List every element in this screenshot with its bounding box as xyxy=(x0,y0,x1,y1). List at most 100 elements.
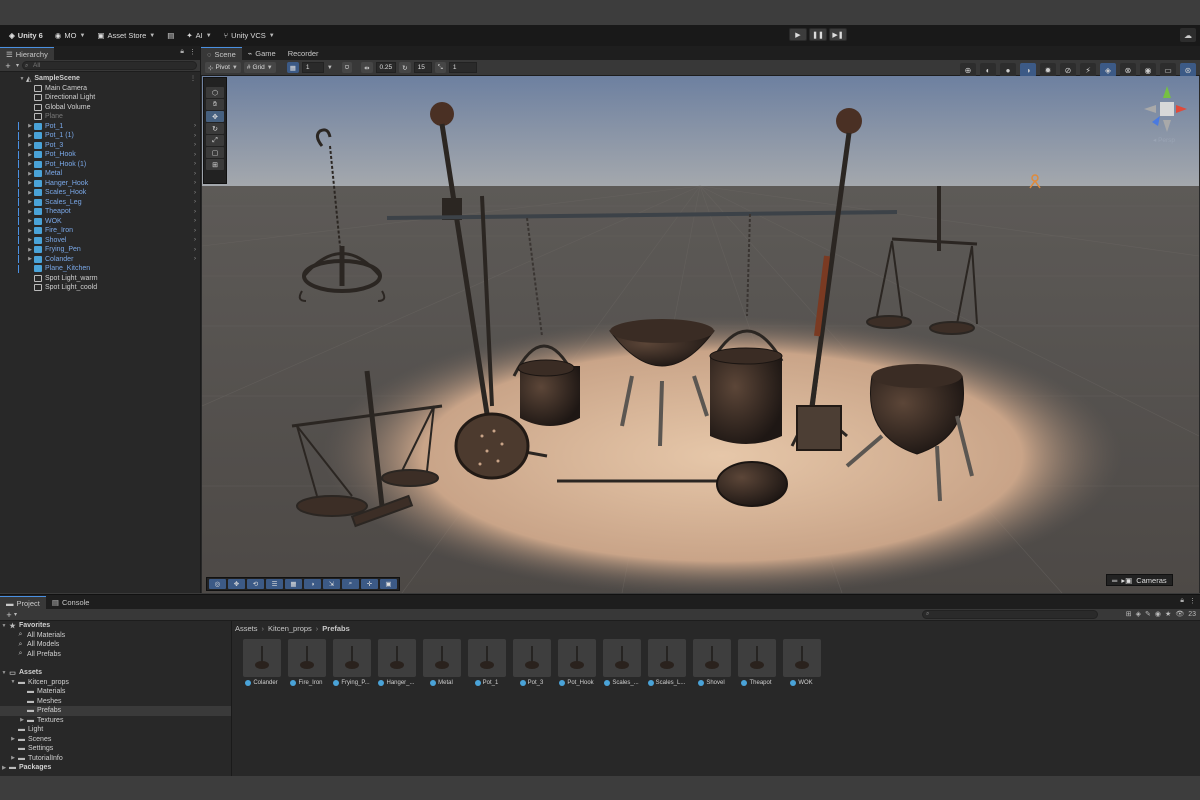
hierarchy-item[interactable]: ▶ Colander › xyxy=(0,255,200,265)
ai-dropdown[interactable]: ✦ AI ▼ xyxy=(183,28,214,44)
vcs-dropdown[interactable]: ⑂ Unity VCS ▼ xyxy=(221,28,278,44)
favorite-item[interactable]: ⌕ All Prefabs xyxy=(0,650,231,660)
chevron-right-icon[interactable]: › xyxy=(194,247,196,253)
asset-tile[interactable]: Pot_1 xyxy=(464,639,509,686)
gizmos-dropdown[interactable]: ⊛ xyxy=(1180,63,1196,77)
tab-console[interactable]: ▤ Console xyxy=(46,596,96,609)
view-tool-dropdown[interactable]: ⬡ xyxy=(206,87,224,98)
asset-tile[interactable]: Pot_3 xyxy=(509,639,554,686)
hierarchy-search-input[interactable]: ⌕ All xyxy=(22,61,197,70)
expand-arrow-icon[interactable]: ▶ xyxy=(0,765,8,771)
scene-visibility-button[interactable]: ◈ xyxy=(1100,63,1116,77)
filter-icon[interactable]: ✎ xyxy=(1145,610,1151,618)
transform-tool-button[interactable]: ⊞ xyxy=(206,159,224,170)
expand-arrow-icon[interactable]: ▼ xyxy=(18,76,26,82)
nav-move-button[interactable]: ✥ xyxy=(228,579,245,589)
chevron-right-icon[interactable]: › xyxy=(194,161,196,167)
nav-zoom-button[interactable]: ⌕ xyxy=(342,579,359,589)
scale-snap-button[interactable]: ⤡ xyxy=(434,62,446,73)
expand-arrow-icon[interactable]: ▶ xyxy=(26,209,34,215)
asset-tile[interactable]: Fire_Iron xyxy=(284,639,329,686)
expand-arrow-icon[interactable]: ▶ xyxy=(26,199,34,205)
hierarchy-item[interactable]: ▶ Shovel › xyxy=(0,236,200,246)
view-options-button[interactable]: ◉ xyxy=(1140,63,1156,77)
expand-arrow-icon[interactable]: ▼ xyxy=(9,679,17,685)
step-button[interactable]: ▶❚ xyxy=(829,28,847,41)
chevron-right-icon[interactable]: › xyxy=(194,199,196,205)
user-dropdown[interactable]: ◉ MO ▼ xyxy=(52,28,89,44)
hierarchy-item[interactable]: ▶ Theapot › xyxy=(0,207,200,217)
hierarchy-item[interactable]: Directional Light xyxy=(0,93,200,103)
asset-tile[interactable]: Frying_P... xyxy=(329,639,374,686)
chevron-down-icon[interactable]: ▾ xyxy=(14,611,17,618)
folder-item[interactable]: ▶ ▬ TutorialInfo xyxy=(0,754,231,764)
asset-tile[interactable]: Colander xyxy=(239,639,284,686)
hand-tool-button[interactable]: ✋︎ xyxy=(206,99,224,110)
gizmo-button[interactable]: ⊕ xyxy=(960,63,976,77)
project-search-input[interactable]: ⌕ xyxy=(922,610,1098,619)
expand-arrow-icon[interactable]: ▶ xyxy=(9,736,17,742)
cameras-button[interactable]: ═ ▸▣ Cameras xyxy=(1106,574,1173,586)
shading-solid-button[interactable]: ● xyxy=(1000,63,1016,77)
pause-button[interactable]: ❚❚ xyxy=(809,28,827,41)
nav-rotate-button[interactable]: ⟲ xyxy=(247,579,264,589)
cloud-button[interactable]: ☁ xyxy=(1180,28,1196,42)
expand-arrow-icon[interactable]: ▶ xyxy=(26,171,34,177)
grid-dropdown[interactable]: # Grid ▼ xyxy=(243,62,276,73)
rect-tool-button[interactable]: ▢ xyxy=(206,147,224,158)
more-options-icon[interactable]: ⋮ xyxy=(189,48,196,56)
hierarchy-item[interactable]: ▶ WOK › xyxy=(0,217,200,227)
hierarchy-item[interactable]: ▶ Hanger_Hook › xyxy=(0,179,200,189)
hierarchy-item[interactable]: Main Camera xyxy=(0,84,200,94)
fx-button[interactable]: ⚡︎ xyxy=(1080,63,1096,77)
move-tool-button[interactable]: ✥ xyxy=(206,111,224,122)
hierarchy-item[interactable]: ▶ Pot_Hook › xyxy=(0,150,200,160)
asset-store-dropdown[interactable]: ▣ Asset Store ▼ xyxy=(94,28,158,44)
expand-arrow-icon[interactable]: ▶ xyxy=(26,142,34,148)
add-object-button[interactable]: + xyxy=(3,61,13,71)
asset-tile[interactable]: Metal xyxy=(419,639,464,686)
asset-tile[interactable]: Hanger_... xyxy=(374,639,419,686)
favorite-item[interactable]: ⌕ All Materials xyxy=(0,631,231,641)
move-snap-button[interactable]: ⇹ xyxy=(361,62,373,73)
shading-wire-button[interactable]: ◐ xyxy=(980,63,996,77)
expand-arrow-icon[interactable]: ▶ xyxy=(18,717,26,723)
breadcrumb-item[interactable]: Assets xyxy=(235,624,258,633)
hierarchy-item[interactable]: Plane_Kitchen xyxy=(0,264,200,274)
expand-arrow-icon[interactable]: ▶ xyxy=(9,755,17,761)
audio-button[interactable]: ⊘ xyxy=(1060,63,1076,77)
hierarchy-item[interactable]: ▶ Pot_1 › xyxy=(0,122,200,132)
expand-arrow-icon[interactable]: ▼ xyxy=(0,623,8,629)
package-button[interactable]: ▤ xyxy=(164,28,177,44)
chevron-right-icon[interactable]: › xyxy=(194,123,196,129)
rotate-tool-button[interactable]: ↻ xyxy=(206,123,224,134)
star-icon[interactable]: ★ xyxy=(1165,610,1171,618)
expand-arrow-icon[interactable]: ▶ xyxy=(26,237,34,243)
grid-toggle-button[interactable]: ▦ xyxy=(286,62,299,73)
scene-viewport[interactable] xyxy=(202,76,1199,593)
nav-list-button[interactable]: ☰ xyxy=(266,579,283,589)
tab-game[interactable]: ⌁ Game xyxy=(242,47,282,60)
chevron-right-icon[interactable]: › xyxy=(194,256,196,262)
expand-arrow-icon[interactable]: ▶ xyxy=(26,123,34,129)
lock-icon[interactable]: 🔒︎ xyxy=(1180,597,1184,605)
chevron-right-icon[interactable]: › xyxy=(194,209,196,215)
rotate-snap-field[interactable]: 15 xyxy=(413,62,432,73)
scene-row[interactable]: ▼ ◭ SampleScene ⋮ xyxy=(0,74,200,84)
chevron-down-icon[interactable]: ▼ xyxy=(327,65,333,71)
chevron-right-icon[interactable]: › xyxy=(194,190,196,196)
chevron-right-icon[interactable]: › xyxy=(194,142,196,148)
expand-arrow-icon[interactable]: ▶ xyxy=(26,247,34,253)
asset-tile[interactable]: WOK xyxy=(779,639,824,686)
folder-item[interactable]: ▬ Meshes xyxy=(0,697,231,707)
account-button[interactable]: ◈ Unity 6 xyxy=(6,28,46,44)
chevron-right-icon[interactable]: › xyxy=(194,133,196,139)
tab-recorder[interactable]: Recorder xyxy=(282,47,325,60)
asset-tile[interactable]: Pot_Hook xyxy=(554,639,599,686)
folder-item[interactable]: ▶ ▬ Scenes xyxy=(0,735,231,745)
camera-settings-button[interactable]: ▭ xyxy=(1160,63,1176,77)
folder-item[interactable]: ▬ Light xyxy=(0,725,231,735)
expand-arrow-icon[interactable]: ▶ xyxy=(26,190,34,196)
lock-icon[interactable]: 🔒︎ xyxy=(180,48,184,56)
search-by-type-icon[interactable]: ⊞ xyxy=(1126,610,1132,618)
